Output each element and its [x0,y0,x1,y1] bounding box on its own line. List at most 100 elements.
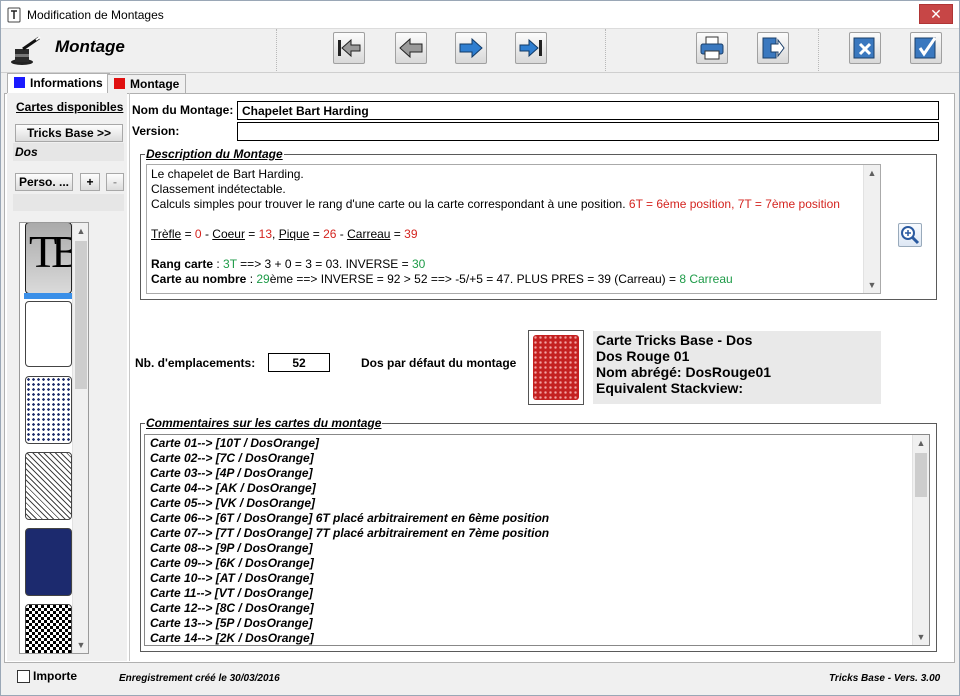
main-window: Modification de Montages ✕ Montage Infor… [0,0,960,696]
red-square-icon [114,78,125,89]
magnifier-plus-icon [901,226,920,245]
tb-logo: TB [29,226,72,277]
scroll-down-icon[interactable]: ▼ [73,637,88,653]
description-textarea[interactable]: Le chapelet de Bart Harding. Classement … [146,164,881,294]
card-info-line: Equivalent Stackview: [596,380,744,396]
importe-checkbox[interactable] [17,670,30,683]
add-button[interactable]: + [80,173,100,191]
perso-button[interactable]: Perso. ... [15,173,73,191]
card-info-line: Nom abrégé: DosRouge01 [596,364,772,380]
tab-informations[interactable]: Informations [7,73,110,94]
magic-hat-icon [11,36,41,65]
toolbar-separator [605,29,606,71]
comment-item[interactable]: Carte 09--> [6K / DosOrange] [150,556,924,571]
validate-button[interactable] [910,32,942,64]
right-arrow-icon [459,37,483,59]
exit-arrow-icon [762,37,785,59]
window-close-button[interactable]: ✕ [919,4,953,24]
version-input[interactable] [237,122,939,141]
comment-item[interactable]: Carte 11--> [VT / DosOrange] [150,586,924,601]
title-bar: Modification de Montages ✕ [1,1,959,29]
created-date: Enregistrement créé le 30/03/2016 [119,673,280,684]
card-back-thumb[interactable] [25,376,72,444]
default-back-label: Dos par défaut du montage [361,356,517,370]
name-label: Nom du Montage: [132,103,234,117]
card-back-thumb[interactable] [25,452,72,520]
card-back-thumb[interactable] [25,301,72,367]
comment-item[interactable]: Carte 05--> [VK / DosOrange] [150,496,924,511]
scroll-up-icon[interactable]: ▲ [864,165,880,181]
comment-item[interactable]: Carte 14--> [2K / DosOrange] [150,631,924,645]
export-button[interactable] [757,32,789,64]
description-line: Trèfle = 0 - Coeur = 13, Pique = 26 - Ca… [151,227,418,241]
description-line: Calculs simples pour trouver le rang d'u… [151,197,840,211]
comment-item[interactable]: Carte 06--> [6T / DosOrange] 6T placé ar… [150,511,924,526]
version-label: Version: [132,124,180,138]
card-back-thumb[interactable] [25,528,72,596]
blue-square-icon [14,77,25,88]
comment-item[interactable]: Carte 08--> [9P / DosOrange] [150,541,924,556]
first-record-button[interactable] [333,32,365,64]
tab-strip: Informations Montage [1,73,959,94]
description-line: Le chapelet de Bart Harding. [151,167,304,181]
comments-list[interactable]: Carte 01--> [10T / DosOrange] Carte 02-->… [144,434,930,646]
status-bar: Importe Enregistrement créé le 30/03/201… [1,665,959,695]
card-back-thumb[interactable] [25,604,72,653]
checkmark-icon [914,37,937,59]
importe-label: Importe [33,669,78,683]
available-cards-link[interactable]: Cartes disponibles [16,100,123,114]
comment-item[interactable]: Carte 10--> [AT / DosOrange] [150,571,924,586]
first-arrow-icon [338,38,361,58]
card-back-pattern [533,335,579,400]
print-button[interactable] [696,32,728,64]
pane-divider [129,93,130,661]
zoom-button[interactable] [898,223,922,247]
comment-item[interactable]: Carte 07--> [7T / DosOrange] 7T placé ar… [150,526,924,541]
card-info-line: Carte Tricks Base - Dos [596,332,753,348]
description-line: Carte au nombre : 29ème ==> INVERSE = 92… [151,272,733,286]
dos-label: Dos [15,145,38,159]
card-back-list[interactable]: TB ▲ ▼ [19,222,89,654]
next-record-button[interactable] [455,32,487,64]
app-version: Tricks Base - Vers. 3.00 [829,673,941,684]
comment-item[interactable]: Carte 03--> [4P / DosOrange] [150,466,924,481]
app-icon [7,7,21,23]
scroll-up-icon[interactable]: ▲ [913,435,929,451]
tab-label: Informations [30,76,103,90]
last-arrow-icon [519,38,542,58]
comment-item[interactable]: Carte 12--> [8C / DosOrange] [150,601,924,616]
tricks-base-button[interactable]: Tricks Base >> [15,124,123,142]
comment-item[interactable]: Carte 04--> [AK / DosOrange] [150,481,924,496]
card-list-scrollbar[interactable]: ▲ ▼ [72,223,88,653]
toolbar-separator [276,29,277,71]
comment-item[interactable]: Carte 13--> [5P / DosOrange] [150,616,924,631]
toolbar-heading: Montage [55,37,125,56]
cancel-x-icon [853,37,875,59]
slots-label: Nb. d'emplacements: [135,356,256,370]
tab-montage[interactable]: Montage [107,74,187,94]
scroll-thumb[interactable] [75,241,87,389]
printer-icon [700,36,724,60]
description-scrollbar[interactable]: ▲ ▼ [863,165,880,293]
selection-indicator [24,293,72,299]
description-line: Classement indétectable. [151,182,286,196]
slots-input[interactable]: 52 [268,353,330,372]
comment-item[interactable]: Carte 02--> [7C / DosOrange] [150,451,924,466]
name-input[interactable]: Chapelet Bart Harding [237,101,939,120]
default-back-preview[interactable] [528,330,584,405]
filter-bar [13,194,124,211]
last-record-button[interactable] [515,32,547,64]
scroll-up-icon[interactable]: ▲ [73,223,88,239]
comments-scrollbar[interactable]: ▲ ▼ [912,435,929,645]
description-line: Rang carte : 3T ==> 3 + 0 = 3 = 03. INVE… [151,257,426,271]
scroll-down-icon[interactable]: ▼ [864,277,880,293]
toolbar-separator [818,29,819,71]
card-back-thumb[interactable]: TB [25,223,72,294]
comment-item[interactable]: Carte 01--> [10T / DosOrange] [150,436,924,451]
remove-button[interactable]: - [106,173,124,191]
scroll-thumb[interactable] [915,453,927,497]
cancel-button[interactable] [849,32,881,64]
scroll-down-icon[interactable]: ▼ [913,629,929,645]
previous-record-button[interactable] [395,32,427,64]
toolbar: Montage [1,29,959,73]
